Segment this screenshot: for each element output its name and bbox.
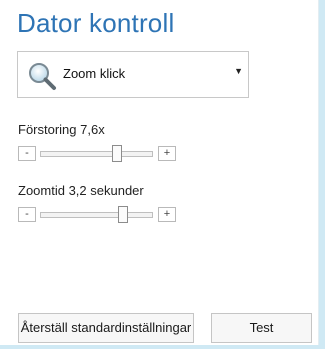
reset-defaults-button[interactable]: Återställ standardinställningar <box>18 313 194 343</box>
mode-dropdown-label: Zoom klick <box>63 66 126 81</box>
test-button[interactable]: Test <box>211 313 312 343</box>
magnifier-icon <box>29 63 56 90</box>
zoom-time-decrease-button[interactable]: - <box>18 207 36 222</box>
chevron-down-icon: ▼ <box>234 66 243 76</box>
mode-dropdown[interactable]: Zoom klick ▼ <box>17 51 249 98</box>
magnification-label: Förstoring 7,6x <box>18 122 105 137</box>
magnification-increase-button[interactable]: + <box>158 146 176 161</box>
magnification-decrease-button[interactable]: - <box>18 146 36 161</box>
magnification-slider-track[interactable] <box>40 151 153 157</box>
zoom-time-increase-button[interactable]: + <box>158 207 176 222</box>
zoom-time-slider-thumb[interactable] <box>118 206 128 223</box>
page-title: Dator kontroll <box>17 8 175 38</box>
zoom-time-label: Zoomtid 3,2 sekunder <box>18 183 144 198</box>
magnification-slider-thumb[interactable] <box>112 145 122 162</box>
zoom-time-slider-track[interactable] <box>40 212 153 218</box>
settings-panel: Dator kontroll Zoom klick ▼ Förstoring 7… <box>0 0 319 345</box>
